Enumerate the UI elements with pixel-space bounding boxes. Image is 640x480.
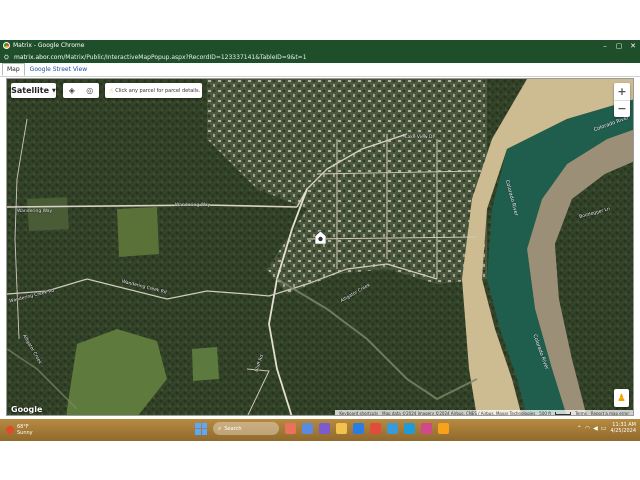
- chrome-taskbar-icon[interactable]: [370, 423, 381, 434]
- google-logo: Google: [11, 405, 43, 414]
- property-marker-icon[interactable]: [315, 231, 326, 244]
- volume-icon[interactable]: ◀: [593, 425, 598, 432]
- road-label: Wandering Way: [17, 209, 53, 214]
- chevron-up-icon[interactable]: ⌃: [577, 425, 582, 432]
- satellite-map[interactable]: Wandering Way Wandering Way Lake View Dr…: [6, 78, 634, 416]
- map-tabs: Map Google Street View: [0, 63, 640, 77]
- site-info-icon[interactable]: ⛭: [4, 54, 11, 61]
- app-icon[interactable]: [319, 423, 330, 434]
- app-icon[interactable]: [438, 423, 449, 434]
- parcel-hint: ☝ Click any parcel for parcel details.: [105, 83, 202, 98]
- close-button[interactable]: ✕: [626, 40, 640, 51]
- keyboard-shortcuts-link[interactable]: Keyboard shortcuts: [339, 411, 378, 415]
- locate-icon[interactable]: ◎: [86, 86, 93, 95]
- map-data-text: Map data ©2024 Imagery ©2024 Airbus, CNE…: [382, 411, 536, 416]
- field-west: [117, 207, 159, 257]
- app-icon[interactable]: [421, 423, 432, 434]
- chrome-title-bar: Matrix - Google Chrome – ▢ ✕: [0, 40, 640, 51]
- chevron-down-icon: ▼: [52, 87, 56, 94]
- map-attribution: Keyboard shortcuts Map data ©2024 Imager…: [335, 410, 633, 416]
- app-icon[interactable]: [353, 423, 364, 434]
- search-icon: ⌕: [218, 424, 222, 432]
- minimize-button[interactable]: –: [598, 40, 612, 51]
- taskbar: 68°F Sunny ⌕ Search ⌃ ◠ ◀ ▭ 11:31 AM 4/2…: [0, 419, 640, 441]
- url-text[interactable]: matrix.abor.com/Matrix/Public/Interactiv…: [14, 54, 307, 61]
- maximize-button[interactable]: ▢: [612, 40, 626, 51]
- screen: Matrix - Google Chrome – ▢ ✕ ⛭ matrix.ab…: [0, 0, 640, 480]
- report-error-link[interactable]: Report a map error: [591, 411, 629, 415]
- clock[interactable]: 11:31 AM 4/25/2024: [610, 422, 636, 434]
- satellite-imagery: [7, 79, 633, 415]
- map-tools: ◈ ◎: [63, 83, 99, 98]
- scale-bar: [555, 412, 572, 415]
- tab-street-view[interactable]: Google Street View: [25, 63, 92, 76]
- chrome-icon: [3, 42, 10, 49]
- system-tray: ⌃ ◠ ◀ ▭ 11:31 AM 4/25/2024: [574, 422, 636, 434]
- map-type-label: Satellite: [11, 86, 50, 95]
- taskbar-apps: ⌕ Search: [195, 422, 455, 435]
- weather-widget[interactable]: 68°F Sunny: [6, 424, 33, 436]
- taskbar-search[interactable]: ⌕ Search: [213, 422, 279, 435]
- terms-link[interactable]: Terms: [575, 411, 587, 415]
- weather-desc: Sunny: [17, 430, 33, 436]
- address-bar[interactable]: ⛭ matrix.abor.com/Matrix/Public/Interact…: [0, 51, 640, 63]
- zoom-in-button[interactable]: +: [614, 83, 630, 100]
- road-label: Wandering Way: [175, 203, 211, 208]
- scale-text[interactable]: 500 ft: [539, 411, 551, 415]
- map-type-selector[interactable]: Satellite ▼: [11, 83, 56, 98]
- layers-icon[interactable]: ◈: [69, 86, 75, 95]
- tab-map[interactable]: Map: [2, 63, 25, 76]
- window-title: Matrix - Google Chrome: [13, 42, 85, 49]
- weather-icon: [6, 426, 14, 434]
- windows-start-icon[interactable]: [195, 422, 207, 435]
- road-label: Lake View Dr: [405, 135, 435, 140]
- zoom-out-button[interactable]: −: [614, 99, 630, 118]
- search-placeholder: Search: [224, 425, 242, 432]
- hand-pointer-icon: ☝: [109, 86, 114, 95]
- url-path: /Matrix/Public/InteractiveMapPopup.aspx?…: [63, 53, 307, 61]
- url-host: matrix.abor.com: [14, 53, 64, 61]
- wifi-icon[interactable]: ◠: [585, 425, 590, 432]
- field-clearing: [27, 197, 69, 231]
- file-explorer-icon[interactable]: [336, 423, 347, 434]
- zoom-control: + −: [614, 83, 630, 117]
- pegman-icon[interactable]: ♟: [614, 389, 629, 407]
- clock-date: 4/25/2024: [610, 428, 636, 434]
- app-icon[interactable]: [285, 423, 296, 434]
- field-small: [192, 347, 219, 381]
- app-icon[interactable]: [387, 423, 398, 434]
- app-icon[interactable]: [404, 423, 415, 434]
- hint-text: Click any parcel for parcel details.: [115, 87, 201, 94]
- battery-icon[interactable]: ▭: [601, 425, 607, 432]
- app-icon[interactable]: [302, 423, 313, 434]
